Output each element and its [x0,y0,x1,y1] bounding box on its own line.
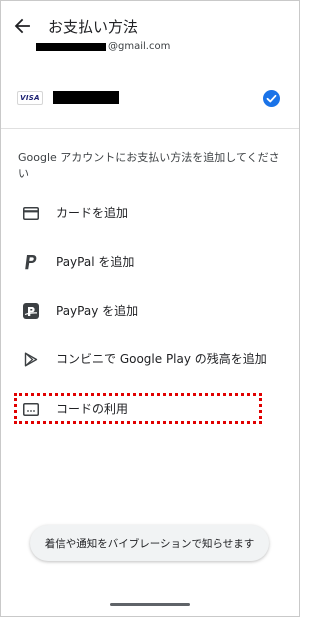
add-paypal-option[interactable]: PayPal を追加 [0,247,300,277]
visa-logo: VISA [17,91,43,105]
check-circle-icon [263,90,280,107]
highlight-box [14,393,262,424]
add-payment-prompt: Google アカウントにお支払い方法を追加してください [18,151,280,180]
redacted-email-local-part [36,43,106,51]
account-email-domain: @gmail.com [108,41,171,52]
option-label: コンビニで Google Play の残高を追加 [56,352,267,366]
google-play-icon [22,350,40,368]
option-label: カードを追加 [56,206,129,220]
add-paypay-option[interactable]: PayPay を追加 [0,296,300,326]
credit-card-icon [22,204,40,222]
arrow-left-icon[interactable] [12,16,32,36]
page-title: お支払い方法 [48,18,139,36]
toast-message: 着信や通知をバイブレーションで知らせます [30,525,269,561]
option-label: PayPay を追加 [56,304,139,318]
add-card-option[interactable]: カードを追加 [0,198,300,228]
paypal-icon [22,253,40,271]
add-google-play-balance-option[interactable]: コンビニで Google Play の残高を追加 [0,344,300,374]
home-indicator[interactable] [110,603,190,606]
saved-card-row[interactable]: VISA [0,78,300,118]
account-email: @gmail.com [36,41,170,53]
paypay-icon [22,302,40,320]
option-label: PayPal を追加 [56,255,135,269]
divider [1,128,299,129]
redacted-card-number [53,91,119,104]
